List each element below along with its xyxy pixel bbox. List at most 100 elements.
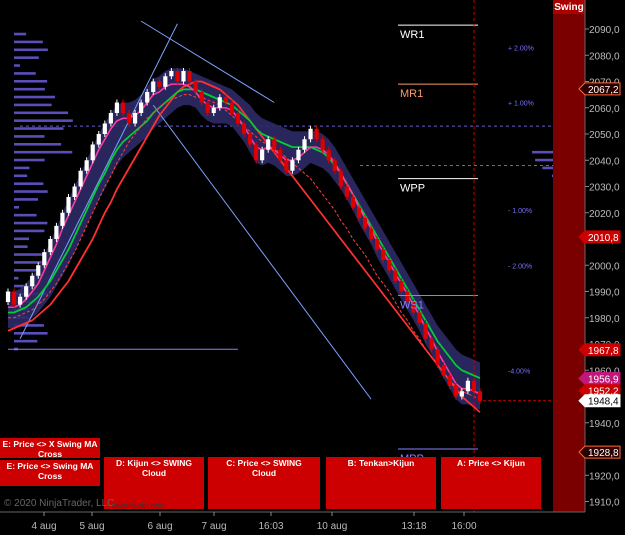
candle[interactable] [465, 380, 470, 392]
candle[interactable] [217, 97, 222, 108]
candle[interactable] [241, 123, 247, 135]
candle[interactable] [338, 170, 343, 187]
candle[interactable] [272, 139, 277, 150]
profile-bar-left [14, 158, 45, 162]
candle[interactable] [247, 134, 253, 145]
candle[interactable] [447, 375, 452, 387]
candle[interactable] [381, 249, 386, 261]
profile-bar-left [14, 80, 48, 83]
y-tick-label: 2050,0 [589, 130, 620, 141]
candle[interactable] [90, 144, 95, 161]
candle[interactable] [260, 149, 265, 161]
candle[interactable] [151, 81, 156, 93]
candle[interactable] [320, 139, 325, 150]
candle[interactable] [66, 197, 71, 213]
candle[interactable] [132, 113, 138, 124]
candle[interactable] [229, 102, 234, 114]
y-tick-label: 1980,0 [589, 314, 620, 325]
candle[interactable] [223, 97, 228, 103]
candle[interactable] [18, 296, 23, 305]
profile-bar-left [14, 213, 37, 217]
candle[interactable] [459, 391, 464, 397]
candle[interactable] [423, 323, 428, 339]
candle[interactable] [108, 113, 113, 124]
candle[interactable] [60, 212, 65, 226]
candle[interactable] [11, 291, 17, 305]
copyright: © 2020 NinjaTrader, LLC [4, 498, 114, 509]
candle[interactable] [72, 186, 77, 198]
candle[interactable] [453, 386, 458, 397]
candle[interactable] [193, 81, 198, 93]
candle[interactable] [417, 312, 422, 324]
candle[interactable] [296, 149, 301, 161]
candle[interactable] [477, 391, 483, 401]
candle[interactable] [96, 134, 101, 145]
candle[interactable] [145, 92, 150, 103]
candle[interactable] [54, 225, 59, 239]
y-tick-label: 1990,0 [589, 288, 620, 299]
price-tag-label: 2010,8 [588, 233, 619, 244]
candle[interactable] [36, 265, 41, 276]
candle[interactable] [42, 252, 47, 266]
candle[interactable] [399, 281, 404, 292]
signal-box-label: E: Price <> X Swing MA [3, 439, 98, 449]
candle[interactable] [102, 123, 107, 135]
candle[interactable] [266, 139, 271, 150]
candle[interactable] [30, 275, 35, 287]
candle[interactable] [139, 102, 144, 114]
candle[interactable] [435, 349, 440, 365]
candle[interactable] [114, 102, 120, 114]
candle[interactable] [120, 102, 126, 114]
candle[interactable] [362, 218, 368, 229]
candle[interactable] [332, 160, 337, 171]
percent-label: + 1.00% [508, 101, 534, 108]
signal-box-label: Cross [38, 449, 62, 459]
candle[interactable] [24, 286, 29, 297]
profile-bar-left [14, 253, 44, 256]
candle[interactable] [78, 170, 83, 187]
candle[interactable] [235, 113, 241, 124]
profile-bar-left [14, 48, 48, 52]
candle[interactable] [284, 160, 289, 171]
candle[interactable] [429, 338, 434, 350]
candle[interactable] [393, 270, 398, 282]
candle[interactable] [84, 160, 89, 171]
signal-box-label: C: Price <> SWING [226, 458, 302, 468]
candle[interactable] [254, 144, 259, 161]
candle[interactable] [5, 291, 11, 303]
candle[interactable] [169, 71, 174, 77]
signal-box-label: A: Price <> Kijun [457, 458, 525, 468]
candle[interactable] [368, 228, 374, 240]
swing-chart[interactable]: WR1MR1WPPWS1MPP + 2.00%+ 1.00%- 1.00%- 2… [0, 0, 625, 535]
x-tick-label: 16:00 [451, 521, 476, 532]
candle[interactable] [181, 71, 186, 82]
candle[interactable] [344, 186, 349, 198]
candle[interactable] [375, 239, 380, 250]
candle[interactable] [175, 71, 180, 82]
candle[interactable] [326, 149, 331, 161]
profile-bar-left [14, 269, 38, 272]
candle[interactable] [163, 76, 168, 87]
candle[interactable] [308, 128, 313, 140]
candle[interactable] [387, 260, 392, 271]
candle[interactable] [211, 107, 216, 113]
candle[interactable] [157, 81, 162, 87]
profile-bar-left [14, 150, 73, 154]
watermark: www.ftw.dig.com [111, 503, 164, 510]
profile-bar-left [14, 56, 39, 59]
signal-box-label: E: Price <> Swing MA [7, 461, 94, 471]
profile-bar-left [14, 229, 45, 233]
candle[interactable] [199, 92, 204, 103]
candle[interactable] [356, 207, 362, 219]
candle[interactable] [441, 365, 446, 376]
x-tick-label: 10 aug [317, 521, 348, 532]
candle[interactable] [350, 197, 356, 208]
candle[interactable] [48, 239, 53, 253]
candle[interactable] [278, 149, 283, 161]
candle[interactable] [187, 71, 192, 82]
candle[interactable] [314, 128, 319, 140]
candle[interactable] [205, 102, 210, 114]
candle[interactable] [302, 139, 307, 150]
candle[interactable] [126, 113, 132, 124]
candle[interactable] [290, 160, 295, 171]
